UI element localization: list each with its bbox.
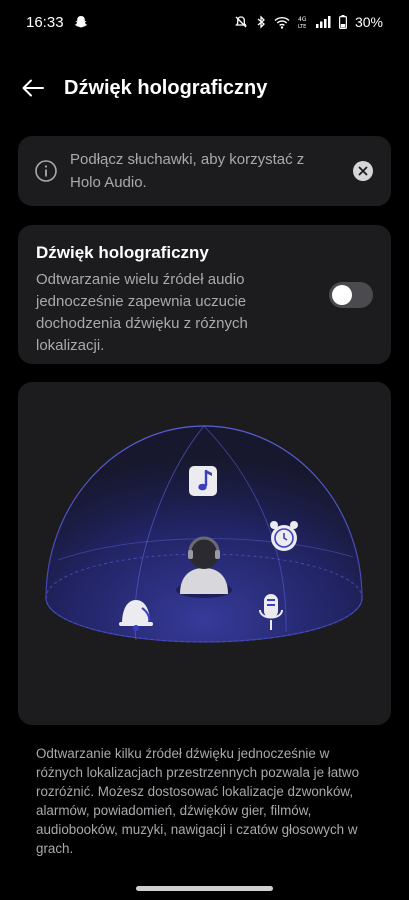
dismiss-banner-button[interactable] <box>353 161 373 181</box>
snapchat-ghost-icon <box>74 15 88 29</box>
battery-percent: 30% <box>354 14 383 30</box>
info-banner-text: Podłącz słuchawki, aby korzystać z Holo … <box>70 151 305 191</box>
toggle-knob <box>332 285 352 305</box>
dome-shape <box>45 425 363 643</box>
feature-description: Odtwarzanie kilku źródeł dźwięku jednocz… <box>36 746 360 856</box>
app-header: Dźwięk holograficzny <box>0 64 409 112</box>
status-time: 16:33 <box>26 13 64 31</box>
alarm-clock-icon <box>270 521 298 551</box>
holo-audio-setting[interactable]: Dźwięk holograficzny Odtwarzanie wielu ź… <box>18 225 391 364</box>
info-icon <box>34 159 58 183</box>
setting-description: Odtwarzanie wielu źródeł audio jednocześ… <box>36 271 248 354</box>
mute-icon <box>234 15 248 29</box>
status-bar-left: 16:33 <box>26 14 88 31</box>
signal-icon <box>315 16 331 28</box>
bluetooth-icon <box>256 15 266 29</box>
status-bar-right: 4G LTE 30% <box>234 14 383 30</box>
home-indicator[interactable] <box>136 886 273 891</box>
music-note-icon <box>189 466 217 496</box>
setting-title: Dźwięk holograficzny <box>36 243 209 262</box>
holo-audio-toggle[interactable] <box>329 282 373 308</box>
headphones-info-banner: Podłącz słuchawki, aby korzystać z Holo … <box>18 136 391 206</box>
wifi-icon <box>274 16 290 29</box>
back-button[interactable] <box>20 75 46 101</box>
battery-icon <box>338 15 347 29</box>
close-icon <box>358 166 368 176</box>
status-bar: 16:33 4G LTE 30% <box>0 0 409 44</box>
volte-icon: 4G LTE <box>298 15 308 29</box>
back-arrow-icon <box>22 79 44 97</box>
page-title: Dźwięk holograficzny <box>64 76 268 99</box>
svg-text:4G: 4G <box>298 16 307 23</box>
spatial-audio-illustration <box>18 382 391 725</box>
svg-text:LTE: LTE <box>298 24 306 29</box>
